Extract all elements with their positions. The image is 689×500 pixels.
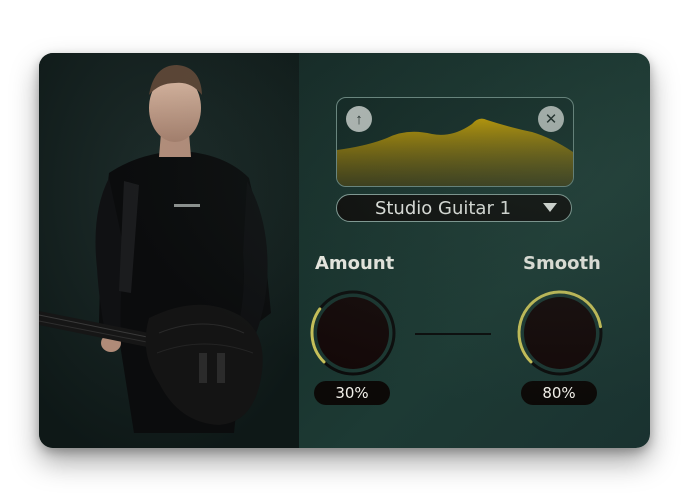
arrow-up-icon[interactable]: ↑	[346, 106, 372, 132]
smooth-value[interactable]: 80%	[521, 381, 597, 405]
preset-label: Studio Guitar 1	[374, 197, 512, 219]
close-icon[interactable]: ✕	[538, 106, 564, 132]
knob-link-line	[415, 333, 491, 335]
plugin-panel: ↑ ✕ Studio Guitar 1 Amount Smooth 30% 80…	[39, 53, 650, 448]
preset-dropdown[interactable]: Studio Guitar 1	[336, 194, 572, 222]
smooth-knob[interactable]	[516, 289, 604, 377]
caret-down-icon	[543, 203, 557, 212]
amount-knob[interactable]	[309, 289, 397, 377]
waveform-graphic	[337, 118, 573, 186]
artist-photo	[39, 53, 299, 448]
amount-title: Amount	[315, 253, 395, 274]
waveform-display: ↑ ✕	[336, 97, 574, 187]
smooth-title: Smooth	[523, 253, 601, 274]
amount-value[interactable]: 30%	[314, 381, 390, 405]
